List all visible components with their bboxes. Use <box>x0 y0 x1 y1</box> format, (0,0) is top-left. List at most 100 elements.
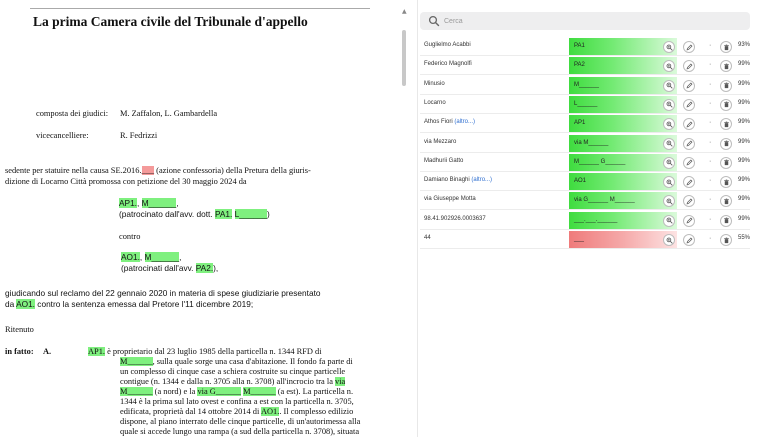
pencil-icon[interactable] <box>683 156 695 169</box>
entity-row[interactable]: via Mezzaro via M______ · 99% <box>420 134 750 153</box>
trash-icon[interactable] <box>720 79 732 92</box>
entity-replacement-tag[interactable]: PA1 <box>569 38 677 55</box>
counsel1-line: (patrocinato dall'avv. dott. PA1. L_____… <box>119 209 270 219</box>
entity-original-text: Federico Magnolfi <box>424 61 472 68</box>
anon-tag: M______ <box>141 198 177 208</box>
trash-icon[interactable] <box>720 214 732 227</box>
entity-original-text: Guglielmo Acabbi <box>424 42 471 48</box>
entity-row[interactable]: Minusio M______ · 99% <box>420 76 750 95</box>
reclamo-line-2: da AO1. contro la sentenza emessa dal Pr… <box>5 299 254 309</box>
judges-value: M. Zaffalon, L. Gambardella <box>120 109 218 118</box>
anon-tag: PA1. <box>214 209 233 219</box>
entity-row[interactable]: 98.41.902926.0003637 ___.___.______ · 99% <box>420 211 750 230</box>
trash-icon[interactable] <box>720 118 732 131</box>
confidence-percent: 99% <box>738 61 751 68</box>
entity-row[interactable]: Athos Fiori (altro...) AP1 · 99% <box>420 114 750 134</box>
pencil-icon[interactable] <box>683 137 695 150</box>
pencil-icon[interactable] <box>683 98 695 111</box>
entity-original-text: Damiano Binaghi (altro...) <box>424 177 493 184</box>
entity-replacement-tag[interactable]: AO1 <box>569 173 677 191</box>
entity-row[interactable]: Locarno L______ · 99% <box>420 95 750 114</box>
confidence-percent: 99% <box>738 157 751 164</box>
search-icon <box>428 15 440 27</box>
search-box[interactable] <box>420 12 750 30</box>
entity-row[interactable]: Madhurii Gatto M______ G______ · 99% <box>420 153 750 172</box>
confidence-percent: 99% <box>738 138 751 145</box>
pencil-icon[interactable] <box>683 41 695 53</box>
entity-row[interactable]: Federico Magnolfi PA2 · 99% <box>420 56 751 76</box>
anon-tag: AO1. <box>121 252 140 262</box>
zoom-in-icon[interactable] <box>663 214 675 227</box>
alternatives-link[interactable]: (altro...) <box>454 119 475 125</box>
fatto-line-9: quale si accede lungo una rampa (a sud d… <box>120 427 360 436</box>
entity-replacement-tag[interactable]: PA2 <box>569 57 677 75</box>
zoom-in-icon[interactable] <box>663 137 675 150</box>
trash-icon[interactable] <box>720 195 732 208</box>
entity-row[interactable]: Guglielmo Acabbi PA1 · 93% <box>420 37 750 56</box>
entity-replacement-tag[interactable]: L______ <box>569 95 677 113</box>
entity-row[interactable]: Damiano Binaghi (altro...) AO1 · 99% <box>420 172 750 192</box>
pencil-icon[interactable] <box>683 79 695 92</box>
pencil-icon[interactable] <box>683 234 695 246</box>
document-pane[interactable]: La prima Camera civile del Tribunale d'a… <box>0 0 398 437</box>
entity-replacement-tag[interactable]: via G______ M______ <box>569 192 677 210</box>
more-icon[interactable]: · <box>705 195 717 208</box>
anon-tag: M______ <box>120 387 153 396</box>
trash-icon[interactable] <box>720 176 732 189</box>
entity-original-text: Madhurii Gatto <box>424 157 464 164</box>
entity-replacement-tag[interactable]: AP1 <box>569 115 677 133</box>
pencil-icon[interactable] <box>683 60 695 73</box>
confidence-percent: 99% <box>738 196 751 203</box>
reclamo-line-1: giudicando sul reclamo del 22 gennaio 20… <box>5 288 321 298</box>
more-icon[interactable]: · <box>705 234 717 246</box>
entity-replacement-tag[interactable]: M______ <box>569 76 677 94</box>
party2-line: AO1., M______, <box>121 252 182 262</box>
search-input[interactable] <box>444 14 734 28</box>
pencil-icon[interactable] <box>683 176 695 189</box>
anon-tag: AO1. <box>16 299 35 309</box>
trash-icon[interactable] <box>720 137 732 150</box>
zoom-in-icon[interactable] <box>663 79 675 92</box>
entity-replacement-tag[interactable]: ___.___.______ <box>569 211 677 229</box>
entity-replacement-tag[interactable]: M______ G______ <box>569 153 677 171</box>
zoom-in-icon[interactable] <box>663 234 675 246</box>
more-icon[interactable]: · <box>705 118 717 131</box>
more-icon[interactable]: · <box>705 176 717 189</box>
anon-tag: AO1. <box>260 407 280 416</box>
pencil-icon[interactable] <box>683 118 695 131</box>
pencil-icon[interactable] <box>683 195 695 208</box>
zoom-in-icon[interactable] <box>663 176 675 189</box>
entity-replacement-tag[interactable]: via M______ <box>569 134 677 152</box>
party1-line: AP1., M______, <box>119 198 179 208</box>
anon-tag: via G______ <box>197 387 241 396</box>
more-icon[interactable]: · <box>705 156 717 169</box>
more-icon[interactable]: · <box>705 79 717 92</box>
more-icon[interactable]: · <box>705 137 717 150</box>
case-number-mask: ___ <box>141 166 155 175</box>
trash-icon[interactable] <box>720 234 732 246</box>
scrollbar-thumb[interactable] <box>402 30 406 86</box>
trash-icon[interactable] <box>720 156 732 169</box>
scroll-up-arrow-icon[interactable]: ▲ <box>402 8 407 15</box>
ritenuto-heading: Ritenuto <box>5 325 34 334</box>
pencil-icon[interactable] <box>683 214 695 227</box>
trash-icon[interactable] <box>720 60 732 73</box>
entity-panel: Guglielmo Acabbi PA1 · 93% Federico Magnolfi… <box>418 0 777 437</box>
zoom-in-icon[interactable] <box>663 156 675 169</box>
zoom-in-icon[interactable] <box>663 41 675 53</box>
more-icon[interactable]: · <box>705 214 717 227</box>
entity-row[interactable]: 44 ___ · 55% <box>420 230 750 249</box>
entity-row[interactable]: via Giuseppe Motta via G______ M______ · 99… <box>420 191 751 211</box>
entity-original-text: Athos Fiori (altro...) <box>424 119 476 126</box>
trash-icon[interactable] <box>720 41 732 53</box>
entity-original-text: via Giuseppe Motta <box>424 196 476 203</box>
alternatives-link[interactable]: (altro...) <box>471 177 492 183</box>
entity-original-text: via Mezzaro <box>424 138 457 145</box>
more-icon[interactable]: · <box>705 41 717 53</box>
anon-tag: L______ <box>234 209 267 219</box>
trash-icon[interactable] <box>720 98 732 111</box>
more-icon[interactable]: · <box>705 60 717 73</box>
zoom-in-icon[interactable] <box>663 98 675 111</box>
more-icon[interactable]: · <box>705 98 717 111</box>
entity-replacement-tag[interactable]: ___ <box>569 231 677 248</box>
